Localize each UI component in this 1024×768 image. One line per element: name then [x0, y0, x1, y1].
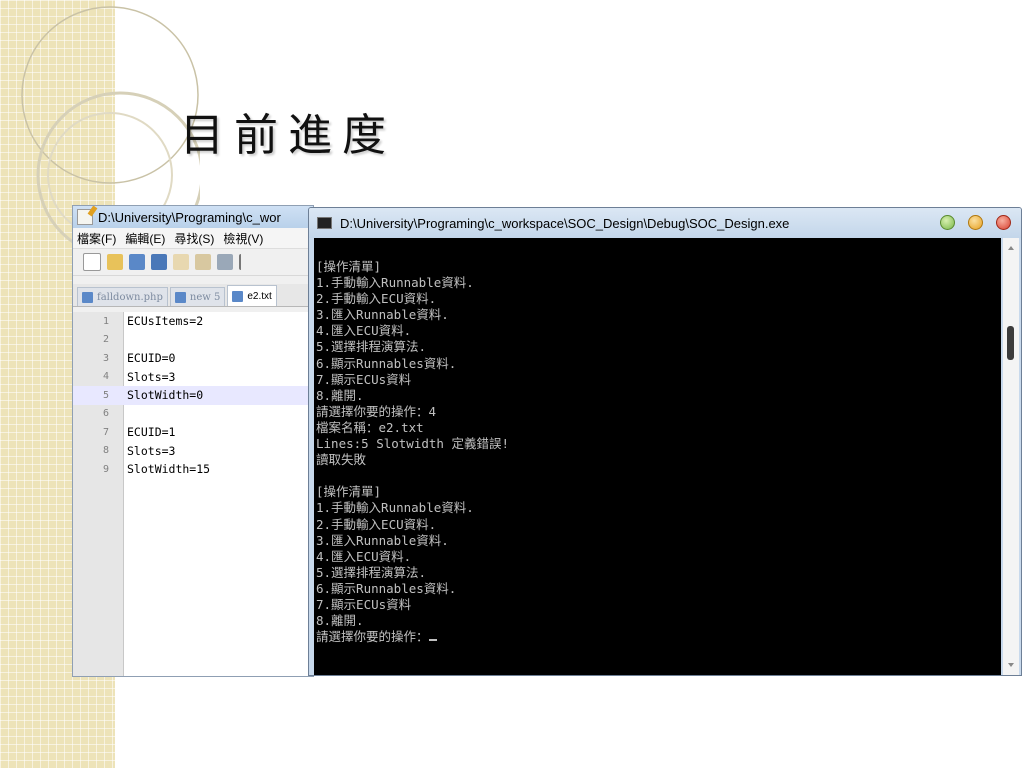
line-number: 5 — [102, 389, 109, 401]
console-window[interactable]: D:\University\Programing\c_workspace\SOC… — [308, 207, 1022, 676]
code-line: 7 ECUID=1 — [73, 423, 313, 442]
notepad-title: D:\University\Programing\c_wor — [98, 209, 281, 225]
notepad-titlebar[interactable]: D:\University\Programing\c_wor — [73, 206, 313, 228]
console-output-area[interactable]: [操作清單] 1.手動輸入Runnable資料. 2.手動輸入ECU資料. 3.… — [314, 238, 1001, 675]
code-line: 6 — [73, 405, 313, 424]
line-number: 9 — [102, 463, 109, 475]
window-controls — [927, 215, 1011, 230]
line-number: 6 — [102, 408, 109, 420]
code-text: ECUID=0 — [127, 351, 176, 366]
console-titlebar[interactable]: D:\University\Programing\c_workspace\SOC… — [309, 208, 1021, 238]
notepad-menubar: 檔案(F) 編輯(E) 尋找(S) 檢視(V) — [73, 228, 313, 249]
minimize-icon[interactable] — [940, 215, 955, 230]
line-number: 4 — [102, 371, 109, 383]
code-text: SlotWidth=0 — [127, 388, 204, 403]
menu-search[interactable]: 尋找(S) — [174, 230, 214, 247]
line-number: 7 — [102, 426, 109, 438]
file-save-icon — [174, 291, 186, 303]
console-scrollbar[interactable] — [1003, 238, 1019, 675]
line-number: 8 — [102, 445, 109, 457]
line-number: 3 — [102, 352, 109, 364]
tab-label: falldown.php — [97, 291, 163, 303]
code-text: Slots=3 — [127, 369, 176, 384]
tab-falldown[interactable]: falldown.php — [77, 287, 168, 306]
code-text: ECUID=1 — [127, 425, 176, 440]
console-title: D:\University\Programing\c_workspace\SOC… — [340, 215, 790, 231]
code-text: Slots=3 — [127, 443, 176, 458]
code-line: 4 Slots=3 — [73, 368, 313, 387]
close-icon[interactable] — [996, 215, 1011, 230]
line-number: 2 — [102, 334, 109, 346]
code-text: ECUsItems=2 — [127, 314, 204, 329]
scroll-down-icon[interactable] — [1008, 663, 1014, 667]
console-icon — [317, 217, 332, 229]
scroll-up-icon[interactable] — [1008, 246, 1014, 250]
close-all-icon[interactable] — [195, 254, 211, 270]
menu-view[interactable]: 檢視(V) — [223, 230, 263, 247]
save-all-icon[interactable] — [151, 254, 167, 270]
slide-title: 目前進度 — [180, 110, 396, 162]
notepad-tabbar: falldown.php new 5 e2.txt — [73, 284, 313, 307]
console-text: [操作清單] 1.手動輸入Runnable資料. 2.手動輸入ECU資料. 3.… — [316, 259, 509, 645]
menu-edit[interactable]: 編輯(E) — [125, 230, 165, 247]
code-line: 3 ECUID=0 — [73, 349, 313, 368]
text-cursor — [428, 639, 437, 642]
tab-label: new 5 — [189, 291, 221, 303]
tab-e2[interactable]: e2.txt — [227, 285, 277, 306]
open-folder-icon[interactable] — [107, 254, 123, 270]
scrollbar-thumb[interactable] — [1007, 326, 1014, 360]
save-icon[interactable] — [129, 254, 145, 270]
code-line-current: 5 SlotWidth=0 — [73, 386, 313, 405]
tab-label: e2.txt — [247, 290, 272, 302]
code-line: 9 SlotWidth=15 — [73, 460, 313, 479]
menu-file[interactable]: 檔案(F) — [77, 230, 116, 247]
code-lines: 1 ECUsItems=2 2 3 ECUID=0 4 Slots=3 5 SlotWi… — [73, 312, 313, 479]
code-line: 1 ECUsItems=2 — [73, 312, 313, 331]
console-output: [操作清單] 1.手動輸入Runnable資料. 2.手動輸入ECU資料. 3.… — [314, 238, 1001, 645]
new-file-icon[interactable] — [83, 253, 101, 271]
tab-new5[interactable]: new 5 — [169, 287, 226, 306]
code-line: 2 — [73, 331, 313, 350]
notepad-plus-plus-icon — [77, 209, 93, 225]
maximize-icon[interactable] — [968, 215, 983, 230]
file-save-icon — [232, 290, 244, 302]
code-text: SlotWidth=15 — [127, 462, 211, 477]
notepad-editor[interactable]: 1 ECUsItems=2 2 3 ECUID=0 4 Slots=3 5 SlotWi… — [73, 312, 313, 676]
notepad-window[interactable]: D:\University\Programing\c_wor 檔案(F) 編輯(… — [72, 205, 314, 677]
cut-icon[interactable] — [239, 254, 257, 270]
line-number: 1 — [102, 315, 109, 327]
print-icon[interactable] — [217, 254, 233, 270]
file-save-icon — [82, 291, 93, 303]
code-line: 8 Slots=3 — [73, 442, 313, 461]
close-file-icon[interactable] — [173, 254, 189, 270]
notepad-toolbar — [73, 249, 313, 276]
